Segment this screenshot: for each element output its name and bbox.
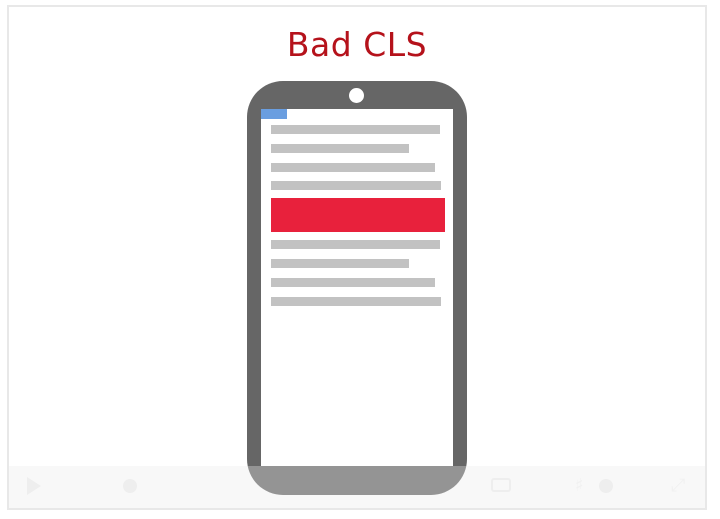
text-line (271, 278, 435, 287)
scrub-knob[interactable] (123, 479, 137, 493)
injected-ad-block (271, 198, 445, 232)
slide-title: Bad CLS (286, 25, 428, 64)
phone-screen (261, 109, 453, 466)
play-icon[interactable] (27, 477, 41, 495)
text-line (271, 144, 409, 153)
camera-icon (349, 88, 364, 103)
text-line (271, 181, 441, 190)
phone-illustration (247, 81, 467, 495)
text-line (271, 125, 440, 134)
fullscreen-icon[interactable]: ⤢ (671, 475, 685, 497)
status-chip (261, 109, 287, 119)
text-line (271, 259, 409, 268)
volume-icon[interactable]: ♯ (575, 476, 584, 496)
closed-captions-icon[interactable] (491, 478, 511, 492)
text-line (271, 297, 441, 306)
player-control-bar: ♯ ⤢ (9, 466, 705, 508)
text-line (271, 163, 435, 172)
volume-knob[interactable] (599, 479, 613, 493)
video-frame: Bad CLS ♯ ⤢ (7, 5, 707, 510)
text-line (271, 240, 440, 249)
